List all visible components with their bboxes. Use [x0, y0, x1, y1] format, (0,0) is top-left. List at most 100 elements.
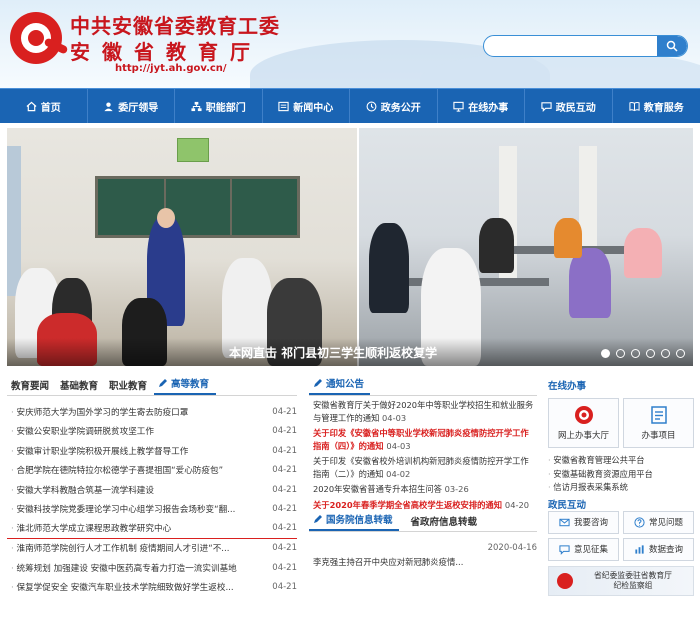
- tab-education-news[interactable]: 教育要闻: [7, 378, 56, 395]
- consult-button[interactable]: 我要咨询: [548, 510, 619, 534]
- search-icon: [666, 40, 678, 52]
- tab-state-council[interactable]: 国务院信息转载: [309, 512, 399, 531]
- list-item[interactable]: 淮南师范学院创行人才工作机制 疫情期间人才引进“不... 04-21: [7, 539, 297, 559]
- news-title[interactable]: 淮北师范大学成立课程思政教学研究中心: [11, 522, 253, 534]
- list-item[interactable]: 安徽大学科教融合筑基一流学科建设 04-21: [7, 480, 297, 500]
- news-title[interactable]: 保复学促安全 安徽汽车职业技术学院细致做好学生返校...: [11, 581, 253, 593]
- service-links: 安徽省教育管理公共平台 安徽基础教育资源应用平台 信访月报表采集系统: [548, 454, 694, 495]
- notice-item-important[interactable]: 关于2020年春季学期全省高校学生返校安排的通知 04-20: [313, 499, 537, 512]
- carousel-photo-classroom[interactable]: [7, 128, 357, 366]
- news-date: 04-21: [272, 406, 297, 417]
- carousel-dot[interactable]: [631, 349, 640, 358]
- notice-item[interactable]: 关于印发《安徽省校外培训机构新冠肺炎疫情防控开学工作指南（二）》的通知 04-0…: [313, 455, 537, 480]
- carousel-caption[interactable]: 本网直击 祁门县初三学生顺利返校复学: [229, 344, 437, 361]
- news-date: 04-21: [272, 543, 297, 554]
- party-emblem-icon: [557, 572, 573, 589]
- notice-text[interactable]: 关于印发《安徽省校外培训机构新冠肺炎疫情防控开学工作指南（二）》的通知: [313, 456, 529, 479]
- news-title[interactable]: 安徽科技学院党委理论学习中心组学习报告会场秒变“翻...: [11, 503, 253, 515]
- interaction-label: 意见征集: [573, 545, 608, 555]
- site-logo-icon[interactable]: [10, 12, 69, 64]
- list-icon: [650, 406, 667, 424]
- list-item[interactable]: 保复学促安全 安徽汽车职业技术学院细致做好学生返校... 04-21: [7, 578, 297, 598]
- news-title[interactable]: 统筹规划 加强建设 安徽中医药高专着力打造一流实训基地: [11, 562, 253, 574]
- list-item[interactable]: 安庆师范大学为国外学习的学生寄去防疫口罩 04-21: [7, 402, 297, 422]
- tab-higher-education[interactable]: 高等教育: [154, 376, 217, 395]
- education-news-panel: 教育要闻 基础教育 职业教育 高等教育 安庆师范大学为国外学习的学生寄去防疫口罩…: [7, 378, 297, 619]
- nav-item-online-service[interactable]: 在线办事: [438, 89, 525, 123]
- interaction-label: 我要咨询: [573, 518, 608, 528]
- nav-label: 职能部门: [205, 102, 246, 114]
- state-council-item[interactable]: 李克强主持召开中央应对新冠肺炎疫情...: [309, 556, 537, 568]
- comment-icon: [559, 544, 570, 555]
- notice-item-important[interactable]: 关于印发《安徽省中等职业学校新冠肺炎疫情防控开学工作指南（四）》的通知 04-0…: [313, 427, 537, 452]
- list-item[interactable]: 安徽审计职业学院积极开展线上教学督导工作 04-21: [7, 441, 297, 461]
- list-item[interactable]: 合肥学院在德院特拉尔松德学子喜提祖国“爱心防疫包” 04-21: [7, 461, 297, 481]
- news-title[interactable]: 淮南师范学院创行人才工作机制 疫情期间人才引进“不...: [11, 542, 253, 554]
- news-date: 04-21: [272, 445, 297, 456]
- gov-icon: [366, 101, 377, 111]
- nav-label: 新闻中心: [293, 102, 334, 114]
- list-item[interactable]: 安徽科技学院党委理论学习中心组学习报告会场秒变“翻... 04-21: [7, 500, 297, 520]
- news-tabs: 教育要闻 基础教育 职业教育 高等教育: [7, 378, 297, 396]
- opinion-button[interactable]: 意见征集: [548, 537, 619, 561]
- site-title-line2: 安徽省教育厅: [70, 40, 262, 64]
- user-icon: [104, 101, 113, 111]
- service-label: 网上办事大厅: [557, 431, 609, 441]
- news-title[interactable]: 安徽大学科教融合筑基一流学科建设: [11, 484, 253, 496]
- nav-item-leaders[interactable]: 委厅领导: [88, 89, 175, 123]
- news-date: 04-21: [272, 484, 297, 495]
- state-council-panel: 国务院信息转载 省政府信息转载 2020-04-16 李克强主持召开中央应对新冠…: [309, 514, 537, 568]
- news-title[interactable]: 安庆师范大学为国外学习的学生寄去防疫口罩: [11, 406, 253, 418]
- news-carousel[interactable]: 本网直击 祁门县初三学生顺利返校复学: [7, 128, 693, 366]
- online-hall-button[interactable]: 网上办事大厅: [548, 398, 619, 448]
- news-title[interactable]: 安徽审计职业学院积极开展线上教学督导工作: [11, 445, 253, 457]
- carousel-photo-cafeteria[interactable]: [357, 128, 693, 366]
- carousel-dot[interactable]: [601, 349, 610, 358]
- news-title[interactable]: 合肥学院在德院特拉尔松德学子喜提祖国“爱心防疫包”: [11, 464, 253, 476]
- state-council-date: 2020-04-16: [487, 543, 537, 553]
- news-title[interactable]: 安徽公安职业学院调研脱贫攻坚工作: [11, 425, 253, 437]
- list-item[interactable]: 统筹规划 加强建设 安徽中医药高专着力打造一流实训基地 04-21: [7, 558, 297, 578]
- nav-item-news[interactable]: 新闻中心: [263, 89, 350, 123]
- notice-item[interactable]: 2020年安徽省普通专升本招生问答 03-26: [313, 483, 537, 496]
- service-link[interactable]: 安徽基础教育资源应用平台: [548, 468, 694, 482]
- search-input[interactable]: [484, 36, 654, 56]
- carousel-dot[interactable]: [661, 349, 670, 358]
- notice-text[interactable]: 关于2020年春季学期全省高校学生返校安排的通知: [313, 500, 502, 510]
- notice-title[interactable]: 通知公告: [309, 376, 371, 395]
- question-icon: [634, 516, 645, 528]
- notice-item[interactable]: 安徽省教育厅关于做好2020年中等职业学校招生和就业服务与管理工作的通知 04-…: [313, 399, 537, 424]
- notice-text[interactable]: 2020年安徽省普通专升本招生问答: [313, 484, 442, 494]
- notice-text[interactable]: 关于印发《安徽省中等职业学校新冠肺炎疫情防控开学工作指南（四）》的通知: [313, 428, 529, 451]
- tab-vocational-education[interactable]: 职业教育: [105, 378, 154, 395]
- nav-item-departments[interactable]: 职能部门: [175, 89, 263, 123]
- news-icon: [278, 101, 289, 111]
- data-query-button[interactable]: 数据查询: [623, 537, 694, 561]
- search-button[interactable]: [657, 36, 687, 56]
- pencil-icon: [314, 515, 322, 523]
- service-label: 办事项目: [641, 431, 676, 441]
- tab-basic-education[interactable]: 基础教育: [56, 378, 105, 395]
- list-item-highlighted[interactable]: 淮北师范大学成立课程思政教学研究中心 04-21: [7, 519, 297, 539]
- tab-provincial-gov[interactable]: 省政府信息转载: [399, 514, 482, 531]
- service-link[interactable]: 安徽省教育管理公共平台: [548, 454, 694, 468]
- nav-item-gov-affairs[interactable]: 政务公开: [350, 89, 438, 123]
- banner-line1: 省纪委监委驻省教育厅: [594, 570, 672, 580]
- carousel-dot[interactable]: [676, 349, 685, 358]
- carousel-dot[interactable]: [616, 349, 625, 358]
- discipline-inspection-banner[interactable]: 省纪委监委驻省教育厅 纪检监察组: [548, 565, 694, 596]
- nav-item-interaction[interactable]: 政民互动: [525, 89, 613, 123]
- nav-item-edu-service[interactable]: 教育服务: [613, 89, 700, 123]
- carousel-dot[interactable]: [646, 349, 655, 358]
- faq-button[interactable]: 常见问题: [623, 510, 694, 534]
- carousel-dots: [601, 349, 685, 358]
- news-list: 安庆师范大学为国外学习的学生寄去防疫口罩 04-21 安徽公安职业学院调研脱贫攻坚…: [7, 402, 297, 597]
- nav-label: 在线办事: [468, 102, 509, 114]
- service-items-button[interactable]: 办事项目: [623, 398, 694, 448]
- org-icon: [191, 101, 202, 111]
- list-item[interactable]: 安徽公安职业学院调研脱贫攻坚工作 04-21: [7, 422, 297, 442]
- notice-text[interactable]: 安徽省教育厅关于做好2020年中等职业学校招生和就业服务与管理工作的通知: [313, 400, 533, 423]
- nav-item-home[interactable]: 首页: [0, 89, 88, 123]
- site-url[interactable]: http://jyt.ah.gov.cn/: [115, 63, 227, 74]
- service-link[interactable]: 信访月报表采集系统: [548, 481, 694, 495]
